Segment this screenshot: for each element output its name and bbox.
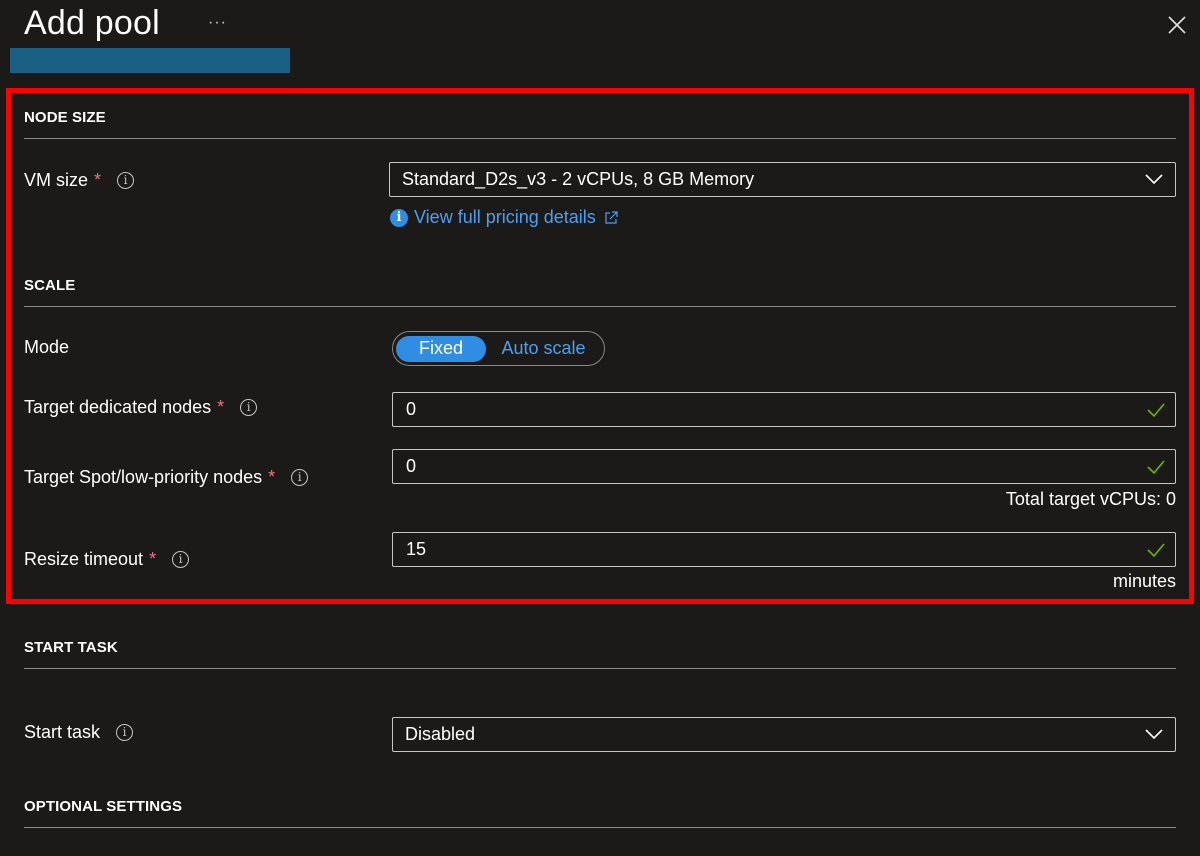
spot-nodes-value: 0 — [406, 456, 417, 476]
chevron-down-icon — [1145, 729, 1163, 740]
pricing-details-link[interactable]: i View full pricing details — [390, 207, 618, 228]
resize-timeout-input[interactable]: 15 — [392, 532, 1176, 567]
close-icon[interactable] — [1166, 14, 1188, 36]
resize-timeout-value: 15 — [406, 539, 427, 559]
dedicated-nodes-label: Target dedicated nodes * i — [24, 397, 258, 418]
required-marker: * — [268, 467, 276, 487]
vm-size-dropdown[interactable]: Standard_D2s_v3 - 2 vCPUs, 8 GB Memory — [389, 162, 1176, 197]
vm-size-value: Standard_D2s_v3 - 2 vCPUs, 8 GB Memory — [402, 169, 755, 189]
required-marker: * — [149, 549, 157, 569]
dedicated-nodes-input[interactable]: 0 — [392, 392, 1176, 427]
required-marker: * — [217, 397, 225, 417]
start-task-dropdown[interactable]: Disabled — [392, 717, 1176, 752]
info-icon[interactable]: i — [116, 724, 134, 741]
vm-size-label: VM size * i — [24, 170, 135, 191]
info-icon[interactable]: i — [291, 469, 309, 486]
chevron-down-icon — [1145, 174, 1163, 185]
section-divider — [24, 306, 1176, 307]
section-scale: SCALE — [24, 277, 76, 294]
section-divider — [24, 827, 1176, 828]
spot-nodes-label: Target Spot/low-priority nodes * i — [24, 467, 309, 488]
spot-nodes-label-text: Target Spot/low-priority nodes — [24, 467, 263, 487]
resize-timeout-label-text: Resize timeout — [24, 549, 144, 569]
section-node-size: NODE SIZE — [24, 109, 106, 126]
info-icon[interactable]: i — [117, 172, 135, 189]
info-icon: i — [390, 208, 408, 227]
section-optional-settings: OPTIONAL SETTINGS — [24, 798, 183, 815]
total-vcpus-text: Total target vCPUs: 0 — [1005, 489, 1176, 509]
checkmark-icon — [1147, 543, 1165, 558]
section-divider — [24, 138, 1176, 139]
info-icon[interactable]: i — [172, 551, 190, 568]
resize-timeout-label: Resize timeout * i — [24, 549, 190, 570]
more-options-button[interactable]: ··· — [208, 14, 227, 32]
mode-label: Mode — [24, 337, 70, 357]
redacted-subtitle — [10, 48, 290, 73]
external-link-icon — [605, 210, 618, 224]
resize-unit-text: minutes — [1112, 571, 1176, 591]
dedicated-nodes-label-text: Target dedicated nodes — [24, 397, 212, 417]
pricing-link-text: View full pricing details — [414, 207, 596, 227]
section-start-task: START TASK — [24, 639, 118, 656]
spot-nodes-input[interactable]: 0 — [392, 449, 1176, 484]
dedicated-nodes-value: 0 — [406, 399, 417, 419]
info-icon[interactable]: i — [240, 399, 258, 416]
start-task-value: Disabled — [405, 724, 476, 744]
mode-toggle[interactable]: Fixed Auto scale — [392, 331, 605, 366]
checkmark-icon — [1147, 403, 1165, 418]
vm-size-label-text: VM size — [24, 170, 89, 190]
required-marker: * — [94, 170, 102, 190]
page-title: Add pool — [24, 4, 160, 42]
mode-option-fixed[interactable]: Fixed — [396, 335, 486, 362]
start-task-label-text: Start task — [24, 722, 101, 742]
checkmark-icon — [1147, 460, 1165, 475]
start-task-label: Start task i — [24, 722, 134, 743]
mode-option-auto-scale[interactable]: Auto scale — [486, 338, 601, 359]
section-divider — [24, 668, 1176, 669]
